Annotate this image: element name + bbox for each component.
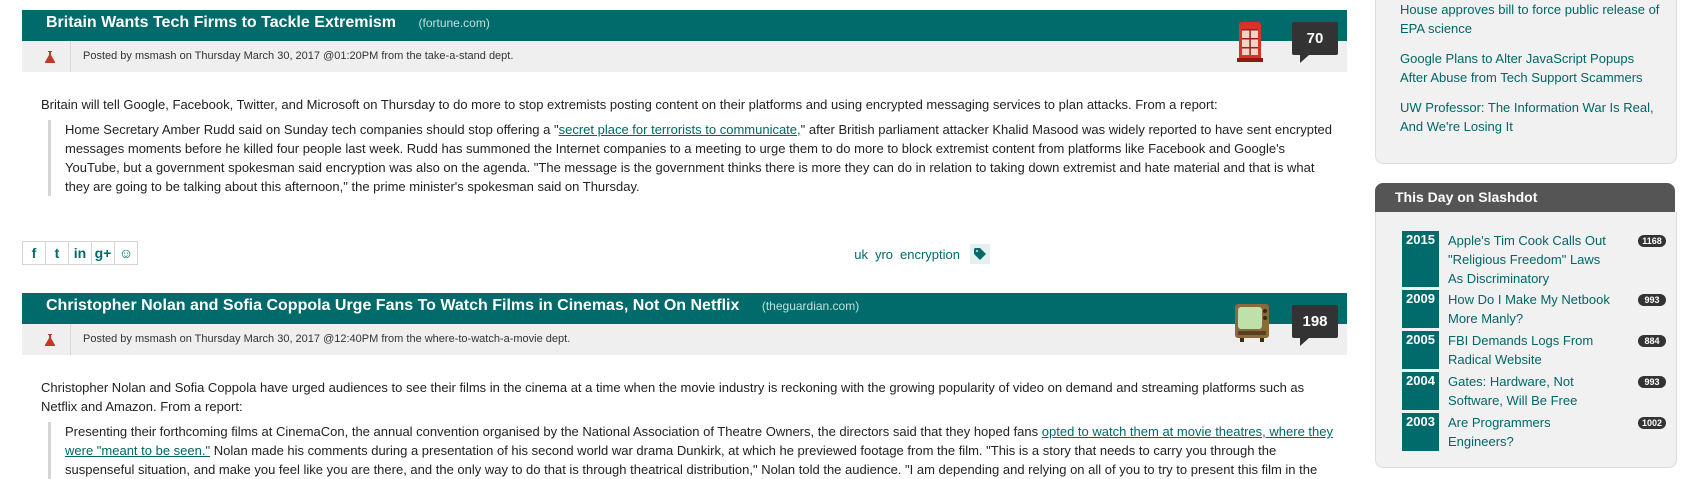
this-day-title: This Day on Slashdot [1395, 189, 1538, 205]
quote-link[interactable]: secret place for terrorists to communica… [559, 122, 801, 137]
byline-text: Posted by msmash on Thursday March 30, 2… [83, 333, 571, 345]
comment-count-badge[interactable]: 993 [1638, 294, 1666, 306]
this-day-link[interactable]: How Do I Make My Netbook More Manly? [1448, 290, 1618, 328]
story-tags: uk yro encryption [847, 244, 990, 264]
story-title[interactable]: Christopher Nolan and Sofia Coppola Urge… [46, 297, 859, 315]
twitter-icon[interactable]: t [45, 241, 69, 265]
story-quote: Presenting their forthcoming films at Ci… [48, 422, 1340, 479]
story-intro: Britain will tell Google, Facebook, Twit… [41, 97, 1218, 112]
this-day-header: This Day on Slashdot [1375, 183, 1675, 212]
story-title-link[interactable]: Christopher Nolan and Sofia Coppola Urge… [46, 297, 739, 314]
list-item[interactable]: 2004 Gates: Hardware, Not Software, Will… [1402, 372, 1666, 410]
tag-yro[interactable]: yro [875, 247, 893, 262]
flask-icon [30, 324, 71, 355]
byline-text: Posted by msmash on Thursday March 30, 2… [83, 50, 514, 62]
story-quote: Home Secretary Amber Rudd said on Sunday… [48, 120, 1340, 196]
story-header: Britain Wants Tech Firms to Tackle Extre… [22, 10, 1347, 41]
tag-encryption[interactable]: encryption [900, 247, 960, 262]
list-item[interactable]: 2005 FBI Demands Logs From Radical Websi… [1402, 331, 1666, 369]
sidebar-link[interactable]: Google Plans to Alter JavaScript Popups … [1400, 49, 1660, 87]
linkedin-icon[interactable]: in [68, 241, 92, 265]
list-item[interactable]: 2015 Apple's Tim Cook Calls Out "Religio… [1402, 231, 1666, 288]
this-day-link[interactable]: FBI Demands Logs From Radical Website [1448, 331, 1618, 369]
sidebar-related-links: House approves bill to force public rele… [1375, 0, 1677, 164]
television-icon[interactable] [1234, 302, 1270, 344]
reddit-icon[interactable]: ☺ [114, 241, 138, 265]
main-content: Britain Wants Tech Firms to Tackle Extre… [0, 0, 1360, 479]
this-day-year: 2009 [1402, 290, 1439, 328]
this-day-link[interactable]: Gates: Hardware, Not Software, Will Be F… [1448, 372, 1618, 410]
comment-count-badge[interactable]: 993 [1638, 376, 1666, 388]
story-source[interactable]: (theguardian.com) [762, 299, 859, 313]
this-day-link[interactable]: Are Programmers Engineers? [1448, 413, 1618, 451]
story-header: Christopher Nolan and Sofia Coppola Urge… [22, 293, 1347, 324]
sidebar-link[interactable]: House approves bill to force public rele… [1400, 0, 1660, 38]
comment-count-badge[interactable]: 70 [1292, 22, 1338, 63]
phone-booth-icon[interactable] [1236, 20, 1272, 62]
this-day-year: 2003 [1402, 413, 1439, 451]
comment-count-badge[interactable]: 1002 [1637, 417, 1666, 429]
google-plus-icon[interactable]: g+ [91, 241, 115, 265]
story-title-link[interactable]: Britain Wants Tech Firms to Tackle Extre… [46, 14, 396, 31]
comment-count-badge[interactable]: 1168 [1638, 235, 1666, 247]
this-day-year: 2005 [1402, 331, 1439, 369]
facebook-icon[interactable]: f [22, 241, 46, 265]
story-byline: Posted by msmash on Thursday March 30, 2… [22, 324, 1347, 355]
this-day-link[interactable]: Apple's Tim Cook Calls Out "Religious Fr… [1448, 231, 1618, 288]
list-item[interactable]: 2009 How Do I Make My Netbook More Manly… [1402, 290, 1666, 328]
quote-text: Presenting their forthcoming films at Ci… [65, 424, 1042, 439]
comment-count-badge[interactable]: 884 [1638, 335, 1666, 347]
quote-text: Home Secretary Amber Rudd said on Sunday… [65, 122, 559, 137]
flask-icon [30, 41, 71, 72]
comment-count-badge[interactable]: 198 [1292, 305, 1338, 346]
this-day-year: 2015 [1402, 231, 1439, 287]
story-source[interactable]: (fortune.com) [418, 16, 489, 30]
this-day-year: 2004 [1402, 372, 1439, 410]
quote-text: Nolan made his comments during a present… [65, 443, 1318, 477]
tag-uk[interactable]: uk [854, 247, 868, 262]
story-byline: Posted by msmash on Thursday March 30, 2… [22, 41, 1347, 72]
this-day-list: 2015 Apple's Tim Cook Calls Out "Religio… [1375, 212, 1677, 468]
sidebar-link[interactable]: UW Professor: The Information War Is Rea… [1400, 98, 1660, 136]
tag-icon[interactable] [970, 244, 990, 264]
list-item[interactable]: 2003 Are Programmers Engineers? 1002 [1402, 413, 1666, 451]
story-title[interactable]: Britain Wants Tech Firms to Tackle Extre… [46, 14, 490, 32]
story-intro: Christopher Nolan and Sofia Coppola have… [41, 380, 1305, 414]
share-bar: f t in g+ ☺ [22, 241, 138, 265]
